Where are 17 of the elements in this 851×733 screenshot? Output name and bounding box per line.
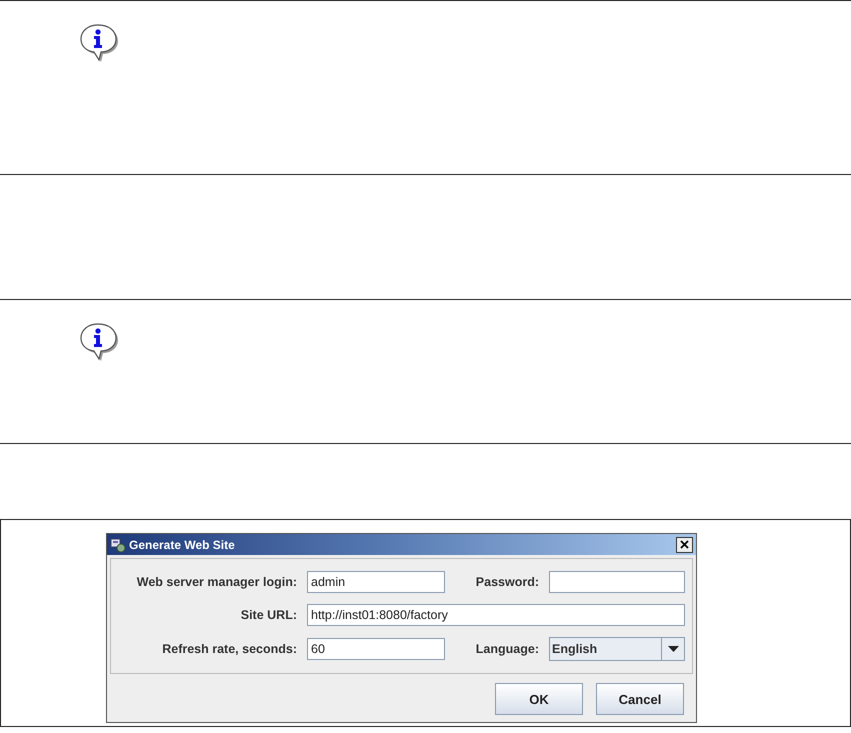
window-title: Generate Web Site [129,538,236,552]
field-label: Language: [474,642,540,656]
input-field[interactable]: 60 [307,638,445,660]
ok-button[interactable]: OK [495,683,583,715]
input-field[interactable] [549,571,685,593]
input-field[interactable]: http://inst01:8080/factory [307,604,685,626]
close-button[interactable] [676,536,693,552]
dropdown-arrow-icon [668,646,678,652]
input-field[interactable]: admin [307,571,445,593]
field-label: Refresh rate, seconds: [161,642,298,656]
field-label: Site URL: [240,608,298,622]
field-label: Web server manager login: [136,575,298,589]
app-icon [110,536,126,552]
cancel-button[interactable]: Cancel [596,683,684,715]
language-dropdown[interactable]: English [549,637,685,661]
field-label: Password: [474,575,540,589]
close-icon [680,540,689,549]
